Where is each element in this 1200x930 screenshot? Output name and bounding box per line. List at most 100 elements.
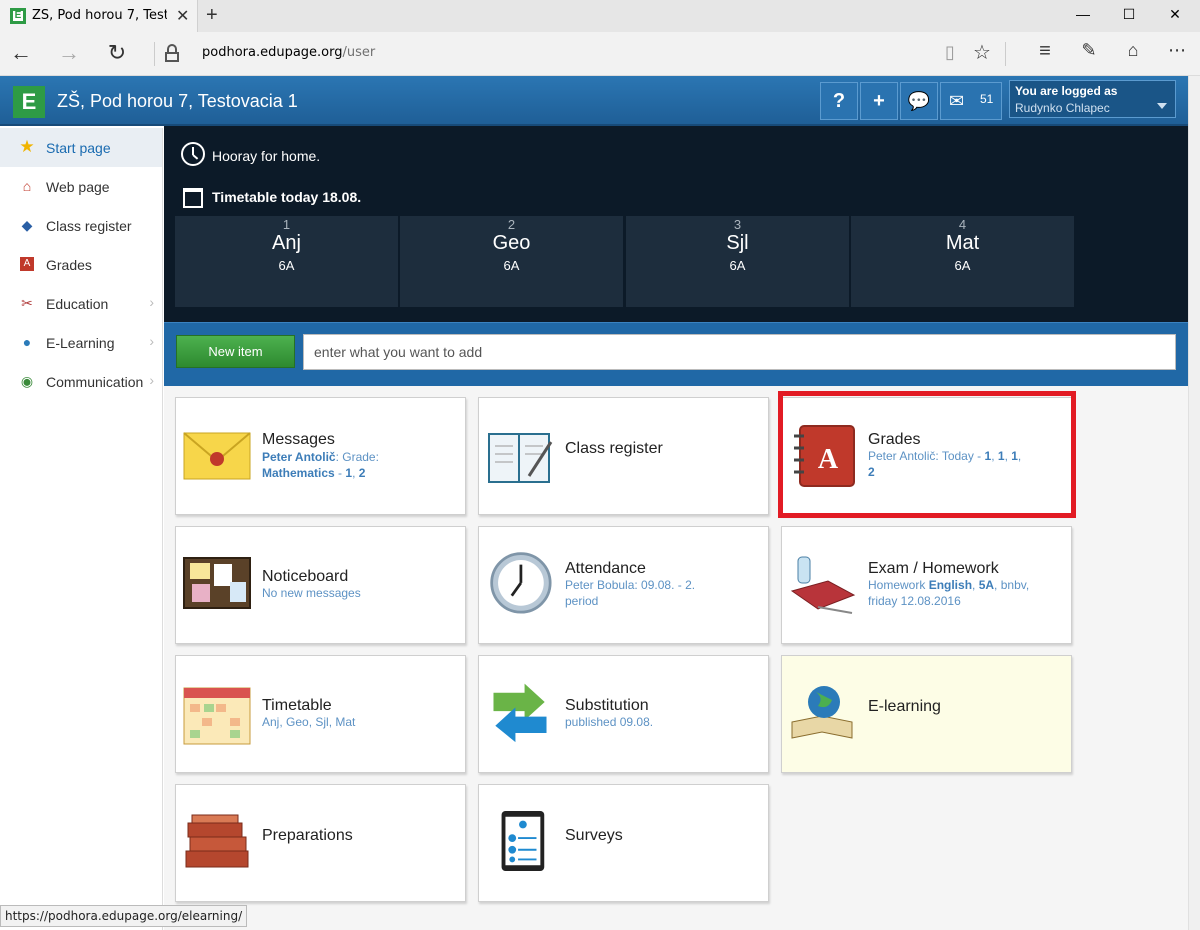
- tile-attendance[interactable]: Attendance Peter Bobula: 09.08. - 2. per…: [478, 526, 769, 644]
- url-field[interactable]: podhora.edupage.org/user: [202, 45, 375, 60]
- tile-messages[interactable]: Messages Peter Antolič: Grade: Mathematic…: [175, 397, 466, 515]
- tile-title: Attendance: [565, 560, 646, 577]
- timetable-grid-icon: [183, 687, 251, 745]
- tile-timetable[interactable]: Timetable Anj, Geo, Sjl, Mat: [175, 655, 466, 773]
- add-button[interactable]: +: [860, 82, 898, 120]
- tab-title: ZŠ, Pod horou 7, Testovacia 1: [32, 8, 167, 23]
- browser-tab[interactable]: E ZŠ, Pod horou 7, Testovacia 1 ✕: [0, 0, 198, 32]
- lesson-number: 3: [733, 217, 742, 232]
- school-title[interactable]: ZŠ, Pod horou 7, Testovacia 1: [57, 91, 298, 112]
- open-book-icon: [488, 433, 553, 483]
- status-bar-url: https://podhora.edupage.org/elearning/: [0, 905, 248, 927]
- more-options-icon[interactable]: ⋯: [1162, 40, 1192, 61]
- chevron-down-icon: [1157, 103, 1167, 109]
- tile-title: Messages: [262, 431, 335, 448]
- sidebar-item-label: Class register: [46, 218, 132, 234]
- lesson-cell[interactable]: 2 Geo 6A: [400, 216, 624, 307]
- tile-title: Substitution: [565, 697, 649, 714]
- sidebar-item-grades[interactable]: A Grades: [0, 245, 162, 284]
- tile-preparations[interactable]: Preparations: [175, 784, 466, 902]
- logged-as-label: You are logged as: [1015, 84, 1118, 98]
- chat-bubbles-icon[interactable]: 💬: [900, 82, 938, 120]
- message-count-badge: 51: [980, 92, 994, 106]
- communication-icon: ◉: [20, 373, 34, 389]
- books-stack-icon: [185, 814, 249, 868]
- reading-view-icon[interactable]: ▯: [935, 42, 965, 63]
- lesson-cell[interactable]: 4 Mat 6A: [851, 216, 1075, 307]
- lesson-class: 6A: [729, 258, 746, 273]
- lesson-subject: Mat: [945, 232, 980, 254]
- exam-homework-icon: [790, 556, 856, 614]
- sidebar-item-start-page[interactable]: ★ Start page: [0, 128, 162, 167]
- new-item-button[interactable]: New item: [176, 335, 295, 368]
- tile-exam-homework[interactable]: Exam / Homework Homework English, 5A, bn…: [781, 526, 1072, 644]
- new-item-input[interactable]: [303, 334, 1176, 370]
- grades-icon: A: [20, 257, 34, 271]
- globe-icon: ●: [22, 334, 32, 350]
- lesson-class: 6A: [954, 258, 971, 273]
- help-button[interactable]: ?: [820, 82, 858, 120]
- back-arrow-icon[interactable]: ←: [6, 40, 36, 66]
- sidebar-item-e-learning[interactable]: ● E-Learning ›: [0, 323, 162, 362]
- tile-title: Noticeboard: [262, 568, 349, 585]
- tab-close-icon[interactable]: ✕: [176, 6, 189, 26]
- refresh-icon[interactable]: ↻: [102, 40, 132, 66]
- user-account-dropdown[interactable]: You are logged as Rudynko Chlapec: [1009, 80, 1176, 118]
- page-scrollbar[interactable]: [1188, 76, 1200, 930]
- window-close-icon[interactable]: ✕: [1152, 6, 1198, 23]
- tile-subtitle: Homework English, 5A, bnbv, friday 12.08.…: [868, 578, 1030, 608]
- lesson-number: 2: [507, 217, 516, 232]
- chevron-right-icon: ›: [149, 372, 154, 388]
- hooray-text: Hooray for home.: [212, 148, 321, 164]
- tile-e-learning[interactable]: E-learning: [781, 655, 1072, 773]
- tile-title: Exam / Homework: [868, 560, 999, 577]
- web-note-icon[interactable]: ✎: [1074, 40, 1104, 61]
- wall-clock-icon: [490, 552, 552, 614]
- noticeboard-icon: [183, 557, 251, 609]
- book-icon: ◆: [21, 217, 33, 233]
- lock-icon: [165, 44, 179, 62]
- sidebar-item-education[interactable]: ✂ Education ›: [0, 284, 162, 323]
- hub-menu-icon[interactable]: ≡: [1030, 40, 1060, 63]
- forward-arrow-icon[interactable]: →: [54, 40, 84, 66]
- edupage-favicon-icon: E: [10, 8, 26, 24]
- minimize-icon[interactable]: —: [1060, 6, 1106, 22]
- highlight-box: [778, 391, 1076, 518]
- tile-title: Preparations: [262, 827, 353, 844]
- maximize-icon[interactable]: ☐: [1106, 6, 1152, 23]
- house-icon: ⌂: [22, 178, 32, 194]
- browser-tab-bar: E ZŠ, Pod horou 7, Testovacia 1 ✕ + — ☐ …: [0, 0, 1200, 32]
- clock-icon: [181, 142, 205, 166]
- tile-title: Class register: [565, 440, 663, 457]
- share-icon[interactable]: ⌂: [1118, 40, 1148, 61]
- sidebar-item-label: E-Learning: [46, 335, 115, 351]
- tile-noticeboard[interactable]: Noticeboard No new messages: [175, 526, 466, 644]
- envelope-icon: [183, 432, 251, 480]
- lesson-cell[interactable]: 1 Anj 6A: [175, 216, 399, 307]
- survey-tablet-icon: [501, 810, 545, 872]
- new-tab-icon[interactable]: +: [206, 4, 218, 27]
- tile-title: Surveys: [565, 827, 623, 844]
- tile-class-register[interactable]: Class register: [478, 397, 769, 515]
- lesson-cell[interactable]: 3 Sjl 6A: [626, 216, 850, 307]
- tile-subtitle: Peter Antolič: Grade: Mathematics - 1, 2: [262, 450, 379, 480]
- sidebar-item-communication[interactable]: ◉ Communication ›: [0, 362, 162, 401]
- address-bar: ← → ↻ podhora.edupage.org/user ▯ ☆ ≡ ✎ ⌂…: [0, 32, 1200, 76]
- tile-subtitle: published 09.08.: [565, 715, 654, 729]
- tile-substitution[interactable]: Substitution published 09.08.: [478, 655, 769, 773]
- tile-surveys[interactable]: Surveys: [478, 784, 769, 902]
- sidebar-item-web-page[interactable]: ⌂ Web page: [0, 167, 162, 206]
- sidebar-item-class-register[interactable]: ◆ Class register: [0, 206, 162, 245]
- substitution-arrows-icon: [493, 683, 547, 743]
- tile-subtitle: Peter Bobula: 09.08. - 2. period: [565, 578, 696, 608]
- lesson-number: 1: [282, 217, 291, 232]
- tile-title: Timetable: [262, 697, 332, 714]
- favorite-star-icon[interactable]: ☆: [967, 40, 997, 65]
- lesson-number: 4: [958, 217, 967, 232]
- lesson-class: 6A: [503, 258, 520, 273]
- chevron-right-icon: ›: [149, 294, 154, 310]
- edupage-logo[interactable]: E: [13, 86, 45, 118]
- globe-book-icon: [791, 686, 853, 739]
- tile-subtitle: No new messages: [262, 586, 361, 600]
- education-icon: ✂: [21, 295, 33, 311]
